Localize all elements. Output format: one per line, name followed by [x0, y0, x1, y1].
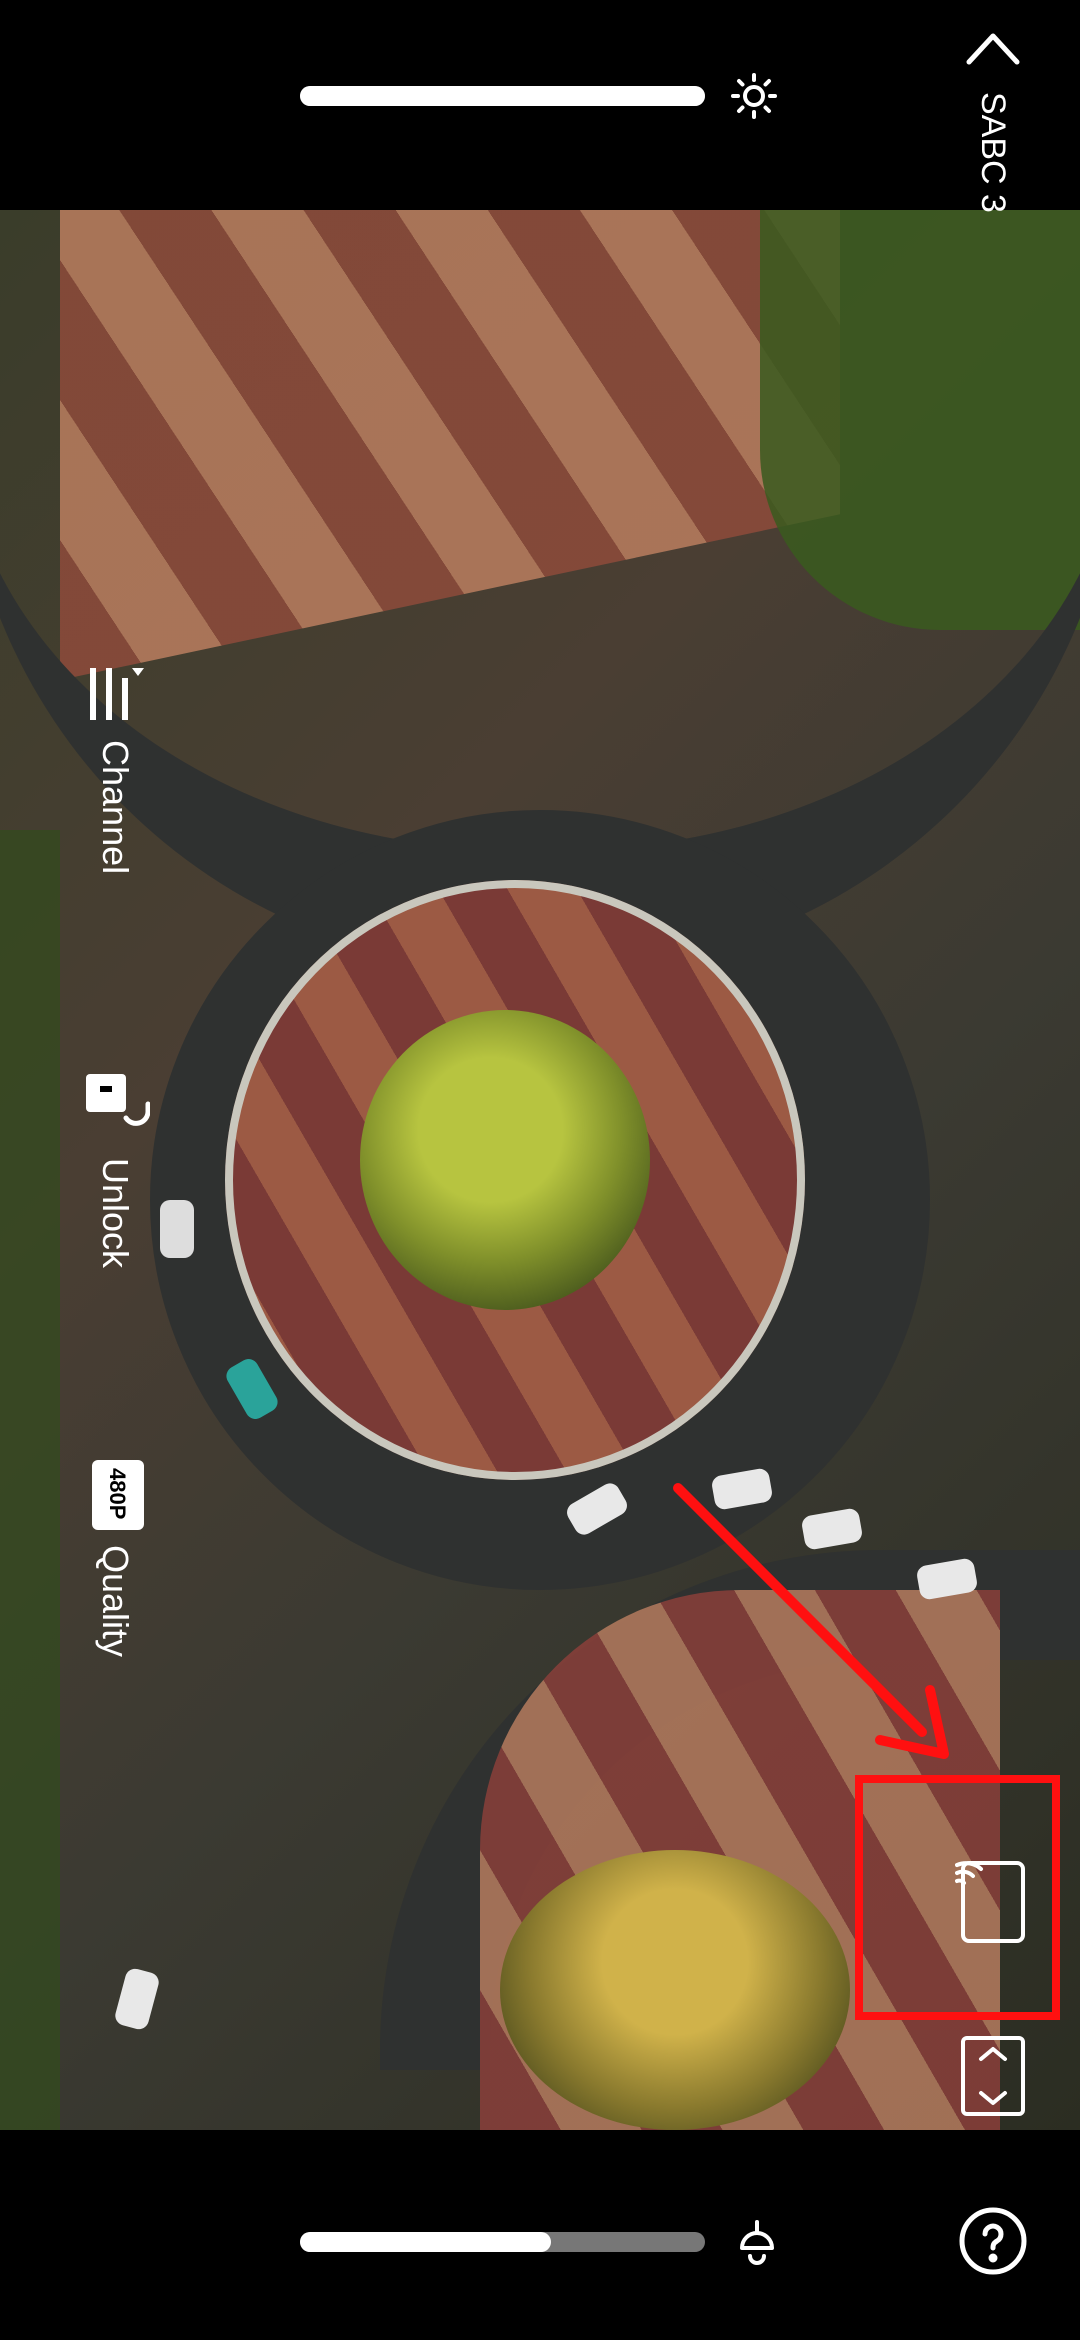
volume-track[interactable] — [300, 2232, 705, 2252]
brightness-track[interactable] — [300, 86, 705, 106]
annotation-arrow-icon — [660, 1470, 960, 1770]
bell-volume-icon[interactable] — [732, 2216, 782, 2268]
quality-button-label[interactable]: Quality — [94, 1545, 136, 1657]
channel-list-icon[interactable] — [86, 664, 146, 724]
channel-button-label[interactable]: Channel — [94, 740, 136, 874]
volume-fill — [300, 2232, 552, 2252]
volume-slider[interactable] — [300, 2232, 705, 2252]
quality-badge-text: 480P — [105, 1468, 130, 1520]
video-content — [360, 1010, 650, 1310]
video-content — [113, 1966, 161, 2032]
video-content — [500, 1850, 850, 2130]
video-content — [0, 830, 60, 2130]
brightness-slider[interactable] — [300, 86, 705, 106]
unlock-button-label[interactable]: Unlock — [94, 1158, 136, 1268]
sun-icon[interactable] — [730, 72, 778, 120]
help-icon[interactable] — [958, 2206, 1028, 2276]
chevron-up-icon[interactable] — [965, 30, 1021, 66]
expand-vertical-icon[interactable] — [960, 2035, 1026, 2117]
video-content — [160, 1200, 194, 1258]
brightness-fill — [300, 86, 705, 106]
channel-title: SABC 3 — [974, 92, 1012, 213]
annotation-highlight-box — [855, 1775, 1060, 2020]
quality-badge[interactable]: 480P — [92, 1460, 144, 1530]
unlock-icon[interactable] — [84, 1068, 151, 1134]
